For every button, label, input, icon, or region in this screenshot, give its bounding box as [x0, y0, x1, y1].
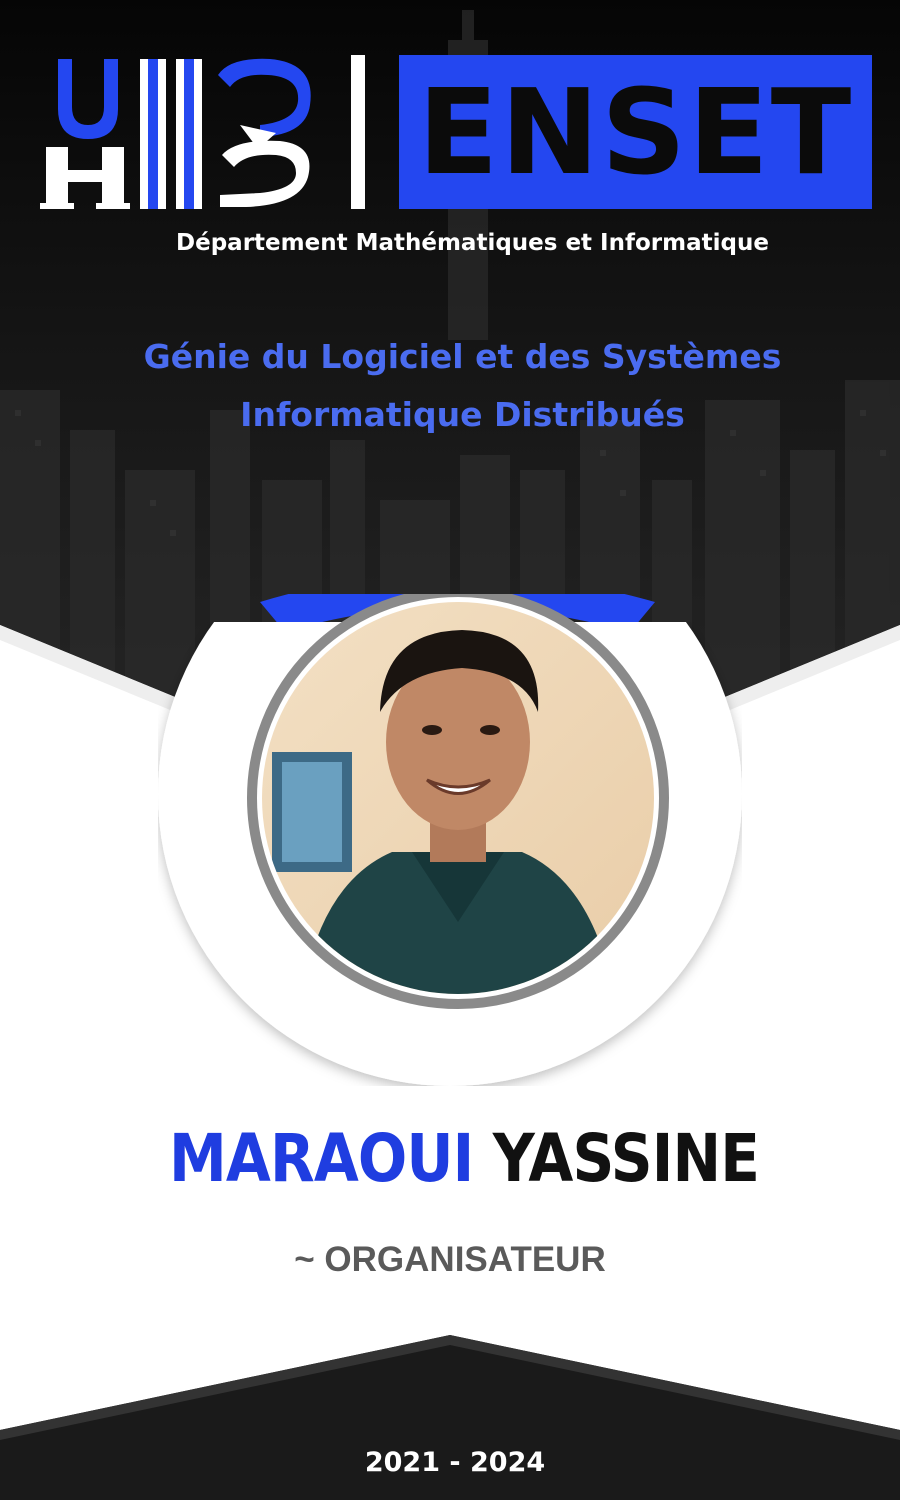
- badge-card: ENSET Département Mathématiques et Infor…: [0, 0, 900, 1500]
- program-line-2: Informatique Distribués: [240, 395, 685, 434]
- logo-divider: [351, 55, 365, 209]
- program-title: Génie du Logiciel et des Systèmes Inform…: [0, 328, 900, 444]
- portrait-photo: [262, 602, 654, 994]
- program-line-1: Génie du Logiciel et des Systèmes: [143, 337, 782, 376]
- person-name: MARAOUI YASSINE: [56, 1120, 873, 1197]
- department-title: Département Mathématiques et Informatiqu…: [176, 230, 769, 256]
- role-label: ~ ORGANISATEUR: [294, 1240, 606, 1279]
- enset-logo: ENSET: [399, 55, 872, 209]
- first-name: MARAOUI: [168, 1120, 474, 1197]
- university-logo-icon: [40, 55, 320, 215]
- years-label: 2021 - 2024: [364, 1447, 546, 1478]
- school-name: ENSET: [417, 63, 854, 201]
- last-name: YASSINE: [492, 1120, 760, 1197]
